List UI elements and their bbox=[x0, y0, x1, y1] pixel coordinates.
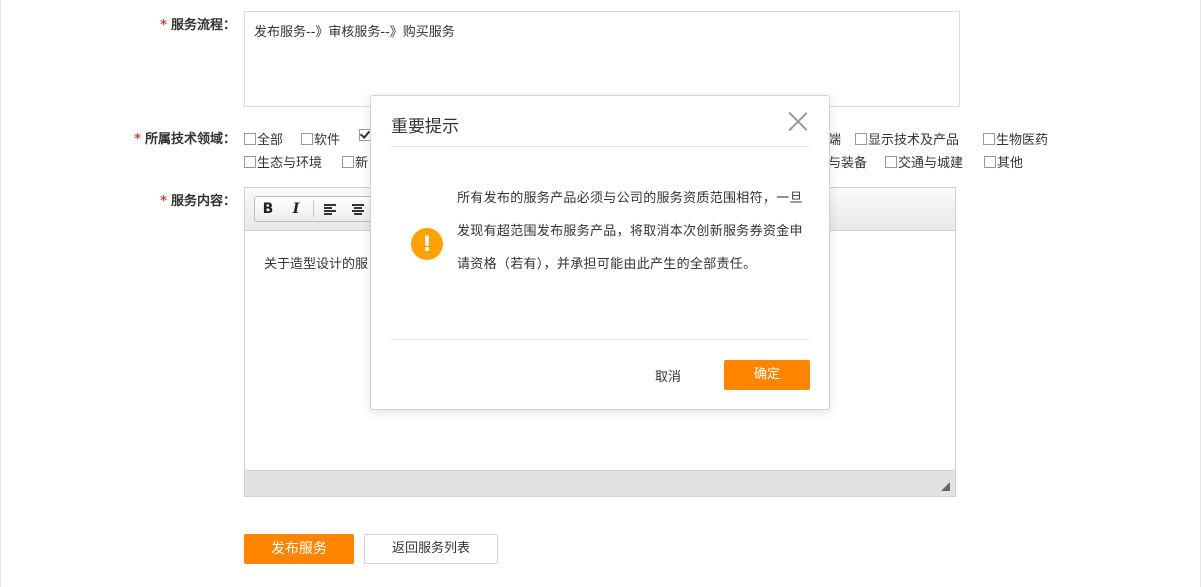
field-checkbox-display-tech[interactable]: 显示技术及产品 bbox=[855, 129, 959, 148]
bold-button[interactable]: B bbox=[257, 199, 279, 219]
resize-handle-icon[interactable] bbox=[941, 482, 950, 491]
important-notice-dialog: 重要提示 ! 所有发布的服务产品必须与公司的服务资质范围相符，一旦发现有超范围发… bbox=[370, 95, 830, 410]
process-label: * 服务流程： bbox=[160, 18, 236, 33]
checkbox-box[interactable] bbox=[983, 133, 995, 145]
field-checkbox-software[interactable]: 软件 bbox=[301, 129, 340, 148]
checkbox-box[interactable] bbox=[301, 133, 313, 145]
page-left-border bbox=[0, 0, 1, 587]
editor-statusbar bbox=[245, 470, 955, 496]
checkbox-box[interactable] bbox=[984, 156, 996, 168]
publish-service-button[interactable]: 发布服务 bbox=[244, 534, 354, 564]
page: * 服务流程： 发布服务--》审核服务--》购买服务 * 所属技术领域： 全部 软件… bbox=[0, 0, 1201, 587]
dialog-divider bbox=[391, 339, 809, 340]
content-label: * 服务内容： bbox=[160, 194, 236, 209]
cancel-button[interactable]: 取消 bbox=[655, 366, 681, 385]
confirm-button[interactable]: 确定 bbox=[724, 360, 810, 390]
close-icon[interactable] bbox=[787, 110, 809, 132]
required-mark: * bbox=[134, 132, 141, 147]
field-checkbox-partial-equipment[interactable]: 与装备 bbox=[828, 152, 867, 171]
field-checkbox-all[interactable]: 全部 bbox=[244, 129, 283, 148]
field-checkbox-ecology[interactable]: 生态与环境 bbox=[244, 152, 322, 171]
process-textarea[interactable]: 发布服务--》审核服务--》购买服务 bbox=[244, 11, 960, 107]
checkbox-box[interactable] bbox=[342, 156, 354, 168]
checkbox-box[interactable] bbox=[244, 133, 256, 145]
required-mark: * bbox=[160, 18, 167, 33]
toolbar-separator bbox=[313, 201, 314, 217]
checkbox-box[interactable] bbox=[855, 133, 867, 145]
dialog-message: 所有发布的服务产品必须与公司的服务资质范围相符，一旦发现有超范围发布服务产品，将… bbox=[457, 191, 803, 272]
field-checkbox-transport[interactable]: 交通与城建 bbox=[885, 152, 963, 171]
align-center-icon bbox=[352, 204, 364, 215]
editor-button-group: B I bbox=[254, 196, 376, 222]
dialog-divider bbox=[391, 146, 809, 147]
checkbox-box[interactable] bbox=[885, 156, 897, 168]
italic-button[interactable]: I bbox=[285, 199, 307, 219]
align-left-icon bbox=[324, 204, 336, 215]
field-label: * 所属技术领域： bbox=[134, 132, 236, 147]
checkbox-box[interactable] bbox=[244, 156, 256, 168]
align-center-button[interactable] bbox=[347, 199, 369, 219]
field-checkbox-new[interactable]: 新 bbox=[342, 152, 368, 171]
warning-icon: ! bbox=[411, 228, 443, 260]
align-left-button[interactable] bbox=[319, 199, 341, 219]
dialog-title: 重要提示 bbox=[391, 117, 459, 137]
back-to-list-button[interactable]: 返回服务列表 bbox=[364, 534, 498, 564]
field-checkbox-biomedicine[interactable]: 生物医药 bbox=[983, 129, 1048, 148]
field-checkbox-other[interactable]: 其他 bbox=[984, 152, 1023, 171]
required-mark: * bbox=[160, 194, 167, 209]
